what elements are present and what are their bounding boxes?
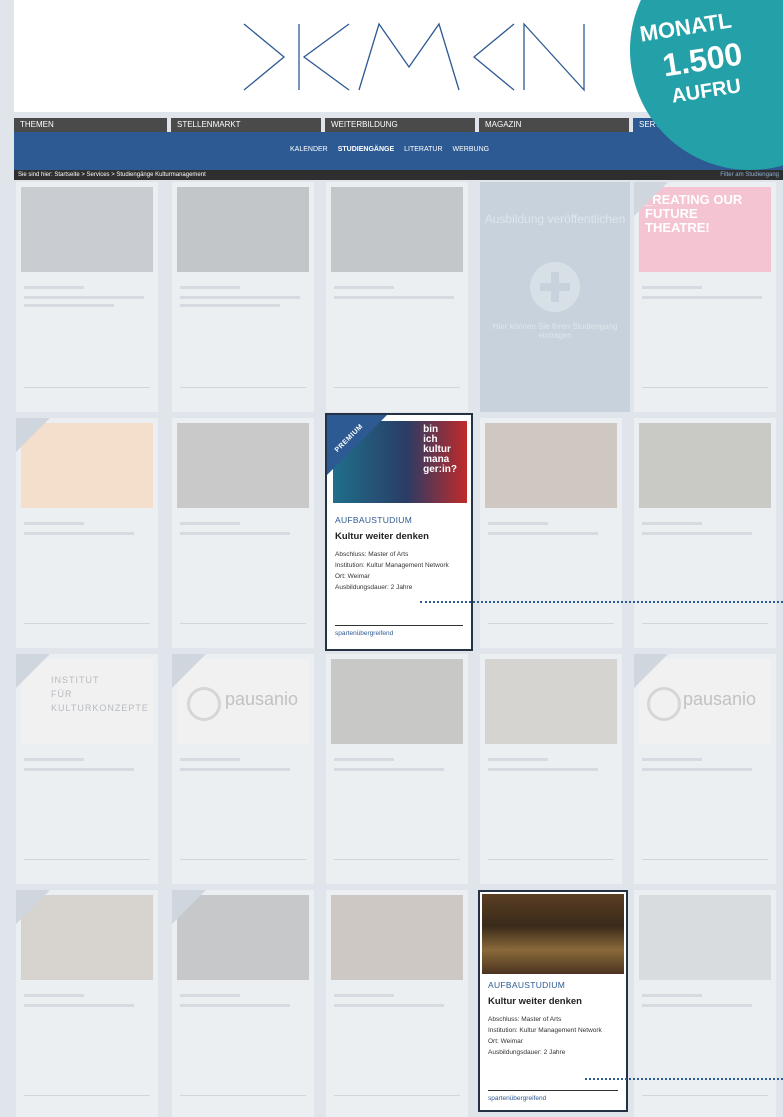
nav-themen[interactable]: THEMEN	[14, 118, 167, 132]
course-meta: Ort: Weimar	[335, 573, 370, 580]
course-thumbnail	[485, 659, 617, 744]
subnav-studiengaenge[interactable]: STUDIENGÄNGE	[338, 146, 394, 153]
course-meta: Institution: Kultur Management Network	[488, 1027, 602, 1034]
page: THEMEN STELLENMARKT WEITERBILDUNG MAGAZI…	[0, 0, 783, 1117]
nav-stellenmarkt[interactable]: STELLENMARKT	[171, 118, 321, 132]
course-category: AUFBAUSTUDIUM	[488, 980, 566, 990]
course-card[interactable]	[16, 418, 158, 648]
course-meta: Institution: Kultur Management Network	[335, 562, 449, 569]
course-card[interactable]	[172, 182, 314, 412]
course-thumbnail	[177, 423, 309, 508]
course-title[interactable]: Kultur weiter denken	[488, 996, 582, 1007]
course-card[interactable]	[480, 654, 622, 884]
course-card[interactable]: pausanio	[634, 654, 776, 884]
course-thumbnail	[177, 187, 309, 272]
course-meta: Ausbildungsdauer: 2 Jahre	[335, 584, 413, 591]
filter-link[interactable]: Filter am Studiengang	[720, 170, 779, 180]
breadcrumb: Sie sind hier: Startseite > Services > S…	[14, 170, 783, 180]
premium-ribbon: PREMIUM	[327, 415, 387, 475]
course-card[interactable]	[326, 890, 468, 1117]
course-meta: Abschluss: Master of Arts	[335, 551, 409, 558]
pausanio-logo: pausanio	[225, 689, 299, 709]
course-meta: Ausbildungsdauer: 2 Jahre	[488, 1049, 566, 1056]
course-thumbnail	[639, 895, 771, 980]
kmn-logo[interactable]	[239, 22, 589, 92]
dotted-leader	[585, 1078, 783, 1080]
poster-line: ger:in?	[423, 464, 457, 475]
course-card[interactable]	[634, 418, 776, 648]
course-card[interactable]	[634, 890, 776, 1117]
course-meta: Abschluss: Master of Arts	[488, 1016, 562, 1023]
course-thumbnail	[639, 423, 771, 508]
add-course-title: Ausbildung veröffentlichen	[484, 212, 626, 226]
course-card[interactable]	[480, 418, 622, 648]
nav-weiterbildung[interactable]: WEITERBILDUNG	[325, 118, 475, 132]
course-card[interactable]	[172, 890, 314, 1117]
plus-icon[interactable]	[530, 262, 580, 312]
add-course-card[interactable]: Ausbildung veröffentlichen Hier können S…	[480, 182, 630, 412]
course-thumbnail	[482, 894, 624, 974]
course-thumbnail	[331, 895, 463, 980]
institut-logo-line: FÜR	[51, 689, 73, 699]
course-card[interactable]	[172, 418, 314, 648]
course-category: AUFBAUSTUDIUM	[335, 515, 413, 525]
course-card[interactable]	[16, 890, 158, 1117]
course-discipline[interactable]: spartenübergreifend	[335, 630, 393, 637]
course-card[interactable]: pausanio	[172, 654, 314, 884]
course-discipline[interactable]: spartenübergreifend	[488, 1095, 546, 1102]
course-card[interactable]	[326, 182, 468, 412]
institut-logo-line: KULTURKONZEPTE	[51, 703, 149, 713]
course-card[interactable]: _REATING OUR FUTURE THEATRE!	[634, 182, 776, 412]
subnav-literatur[interactable]: LITERATUR	[404, 146, 442, 153]
course-card[interactable]: INSTITUT FÜR KULTURKONZEPTE	[16, 654, 158, 884]
course-thumbnail	[485, 423, 617, 508]
course-thumbnail	[331, 187, 463, 272]
course-card[interactable]	[326, 654, 468, 884]
subnav-werbung[interactable]: WERBUNG	[453, 146, 490, 153]
course-meta: Ort: Weimar	[488, 1038, 523, 1045]
nav-magazin[interactable]: MAGAZIN	[479, 118, 629, 132]
course-card[interactable]	[16, 182, 158, 412]
subnav-kalender[interactable]: KALENDER	[290, 146, 328, 153]
course-title[interactable]: Kultur weiter denken	[335, 531, 429, 542]
add-course-text: Hier können Sie Ihren Studiengang eintra…	[492, 322, 618, 340]
course-thumbnail	[21, 187, 153, 272]
institut-logo-line: INSTITUT	[51, 675, 100, 685]
course-thumbnail	[331, 659, 463, 744]
featured-course-card[interactable]: bin ich kultur mana ger:in? PREMIUM AUFB…	[325, 413, 473, 651]
pausanio-logo: pausanio	[683, 689, 757, 709]
breadcrumb-text: Sie sind hier: Startseite > Services > S…	[18, 172, 206, 178]
dotted-leader	[420, 601, 783, 603]
